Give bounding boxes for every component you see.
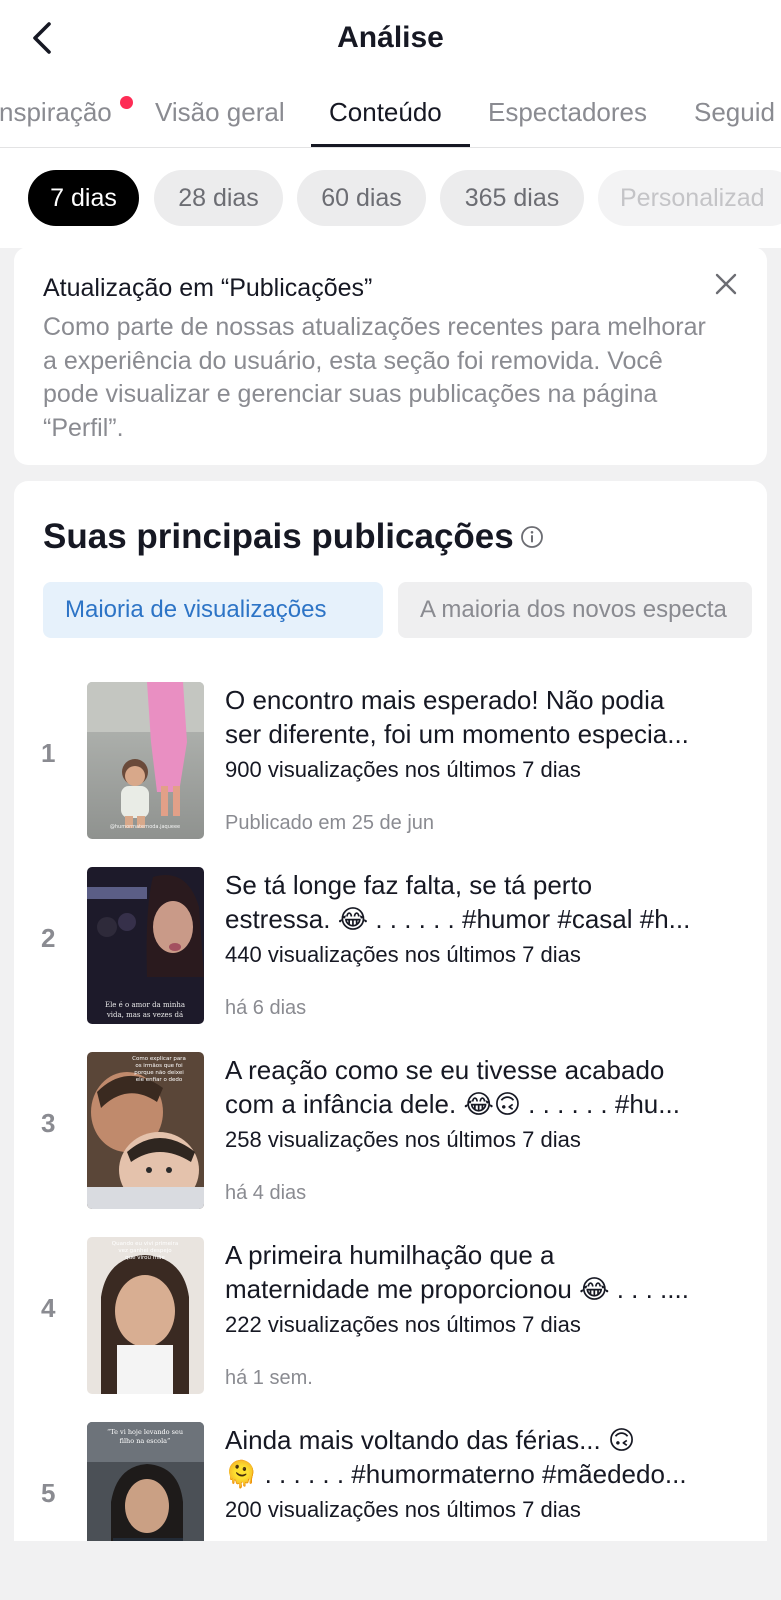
filter-365-dias[interactable]: 365 dias: [440, 170, 584, 226]
tab-conteudo[interactable]: Conteúdo: [329, 88, 442, 147]
post-views: 200 visualizações nos últimos 7 dias: [225, 1497, 581, 1522]
post-views: 222 visualizações nos últimos 7 dias: [225, 1312, 581, 1337]
update-notice: Atualização em “Publicações” Como parte …: [14, 247, 767, 465]
post-title: Ainda mais voltando das férias... 🙃 🫠 . …: [225, 1425, 687, 1489]
post-thumbnail: Como explicar para os irmãos que foi por…: [87, 1052, 204, 1209]
post-rank: 2: [41, 923, 56, 953]
svg-text:Como explicar para: Como explicar para: [132, 1056, 186, 1062]
post-thumbnail: “Te vi hoje levando seu filho na escola”: [87, 1422, 204, 1541]
filter-7-dias[interactable]: 7 dias: [28, 170, 139, 226]
svg-text:filho na escola”: filho na escola”: [120, 1437, 171, 1445]
list-item[interactable]: 4 Quando eu vivi primeira vez ganhei des…: [14, 1237, 767, 1397]
tab-inspiracao[interactable]: nspiração: [0, 88, 112, 147]
notice-title: Atualização em “Publicações”: [43, 274, 373, 302]
post-views: 258 visualizações nos últimos 7 dias: [225, 1127, 581, 1152]
active-tab-indicator: [311, 144, 470, 147]
post-title: Se tá longe faz falta, se tá perto estre…: [225, 870, 691, 934]
thumbnail-watermark: @humormaternoda.jaqueee: [110, 824, 180, 830]
post-date: há 4 dias: [225, 1182, 307, 1204]
tab-bar: nspiração Visão geral Conteúdo Espectado…: [0, 88, 781, 148]
post-rank: 1: [41, 738, 56, 768]
post-views: 440 visualizações nos últimos 7 dias: [225, 942, 581, 967]
filter-personalizado[interactable]: Personalizad: [598, 170, 781, 226]
post-thumbnail: Quando eu vivi primeira vez ganhei despe…: [87, 1237, 204, 1394]
post-rank: 4: [41, 1293, 56, 1323]
notification-dot: [120, 96, 133, 109]
close-icon: [715, 273, 737, 295]
svg-text:que virou mãe: que virou mãe: [125, 1255, 165, 1261]
top-posts-card: Suas principais publicações Maioria de v…: [14, 481, 767, 1541]
page-title: Análise: [337, 21, 444, 54]
list-item[interactable]: 3 Como explicar para os irmãos que foi p…: [14, 1052, 767, 1212]
post-title: O encontro mais esperado! Não podia ser …: [225, 685, 689, 749]
filter-28-dias[interactable]: 28 dias: [154, 170, 283, 226]
info-icon[interactable]: [520, 525, 544, 549]
tab-visao-geral[interactable]: Visão geral: [155, 88, 285, 147]
post-views: 900 visualizações nos últimos 7 dias: [225, 757, 581, 782]
notice-body: Como parte de nossas atualizações recent…: [43, 313, 706, 442]
svg-text:ele enfiar o dedo: ele enfiar o dedo: [136, 1077, 183, 1083]
svg-text:vida, mas as vezes dá: vida, mas as vezes dá: [106, 1011, 183, 1019]
notice-close-button[interactable]: [711, 269, 741, 299]
svg-text:Ele é o amor da minha: Ele é o amor da minha: [105, 1001, 185, 1009]
post-date: Publicado em 25 de jun: [225, 812, 435, 834]
post-date: há 1 sem.: [225, 1367, 313, 1389]
post-date: há 6 dias: [225, 997, 307, 1019]
post-title: A reação como se eu tivesse acabado com …: [225, 1055, 680, 1119]
svg-text:“Te vi hoje levando seu: “Te vi hoje levando seu: [107, 1428, 183, 1436]
post-thumbnail: Ele é o amor da minha vida, mas as vezes…: [87, 867, 204, 1024]
svg-text:vez ganhei despejo: vez ganhei despejo: [118, 1248, 172, 1254]
post-rank: 3: [41, 1108, 56, 1138]
top-bar: Análise nspiração Visão geral Conteúdo E…: [0, 0, 781, 148]
list-item[interactable]: 1 @humormaternoda.jaqueee O encontro mai…: [14, 682, 767, 842]
post-title: A primeira humilhação que a maternidade …: [225, 1240, 689, 1304]
list-item[interactable]: 2 Ele é o amor da minha vida, mas as vez…: [14, 867, 767, 1027]
svg-text:os irmãos que foi: os irmãos que foi: [135, 1063, 183, 1069]
sort-most-new-viewers[interactable]: A maioria dos novos especta: [398, 582, 752, 638]
filter-60-dias[interactable]: 60 dias: [297, 170, 426, 226]
section-title: Suas principais publicações: [43, 517, 514, 556]
tab-espectadores[interactable]: Espectadores: [488, 88, 647, 147]
post-thumbnail: @humormaternoda.jaqueee: [87, 682, 204, 839]
svg-text:Quando eu vivi primeira: Quando eu vivi primeira: [112, 1241, 178, 1247]
list-item[interactable]: 5 “Te vi hoje levando seu filho na escol…: [14, 1422, 767, 1541]
post-rank: 5: [41, 1478, 56, 1508]
date-filter-bar: 7 dias 28 dias 60 dias 365 dias Personal…: [0, 148, 781, 248]
svg-text:porque não deixei: porque não deixei: [134, 1070, 184, 1076]
tab-seguidores[interactable]: Seguid: [694, 88, 775, 147]
sort-most-views[interactable]: Maioria de visualizações: [43, 582, 383, 638]
